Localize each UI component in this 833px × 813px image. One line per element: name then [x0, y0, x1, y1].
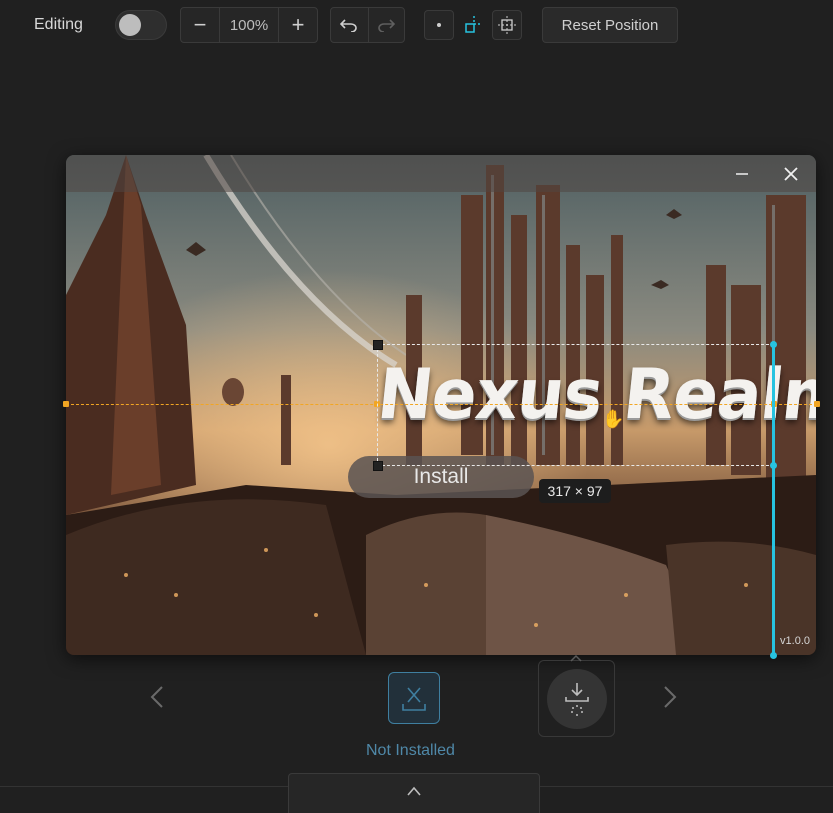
- history-group: [330, 7, 405, 43]
- snap-edge-icon: [465, 16, 482, 33]
- snap-edge-button[interactable]: [458, 10, 488, 40]
- chevron-up-icon: [570, 654, 582, 662]
- chevron-right-icon: [664, 686, 677, 708]
- not-installed-icon: [402, 687, 426, 711]
- redo-button[interactable]: [367, 8, 405, 42]
- zoom-group: − 100% +: [180, 7, 318, 43]
- minimize-icon: [736, 173, 748, 175]
- version-label: v1.0.0: [780, 635, 810, 647]
- zoom-out-button[interactable]: −: [181, 8, 219, 42]
- editing-label: Editing: [34, 16, 83, 33]
- install-status: Not Installed: [366, 742, 455, 759]
- download-icon: [565, 683, 589, 716]
- redo-icon: [378, 19, 396, 32]
- close-icon: [784, 167, 798, 181]
- dot-icon: [437, 23, 441, 27]
- toolbar: Editing − 100% + Reset Position: [0, 0, 833, 52]
- download-tile[interactable]: [538, 654, 615, 737]
- reset-position-button[interactable]: Reset Position: [542, 7, 678, 43]
- snap-grid-button[interactable]: [492, 10, 522, 40]
- chevron-left-icon: [150, 686, 163, 708]
- undo-icon: [340, 19, 357, 32]
- chevron-up-icon: [407, 786, 421, 796]
- dimensions-tooltip: 317 × 97: [539, 479, 611, 503]
- game-tile[interactable]: [388, 672, 440, 724]
- carousel-prev-button[interactable]: [146, 682, 168, 712]
- resize-handle-top-left[interactable]: [373, 340, 383, 350]
- expand-drawer-button[interactable]: [288, 773, 540, 813]
- resize-handle-bottom-left[interactable]: [373, 461, 383, 471]
- carousel-next-button[interactable]: [659, 682, 681, 712]
- guide-endpoint: [814, 401, 820, 407]
- download-button[interactable]: [547, 669, 607, 729]
- grab-cursor-icon: ✋: [602, 409, 625, 429]
- guide-endpoint: [770, 652, 777, 659]
- window-titlebar: [66, 155, 816, 192]
- guide-endpoint: [63, 401, 69, 407]
- grid-icon: [498, 16, 516, 34]
- zoom-in-button[interactable]: +: [279, 8, 317, 42]
- editing-toggle[interactable]: [115, 10, 167, 40]
- vertical-guide: [770, 341, 777, 659]
- guide-endpoint: [770, 341, 777, 348]
- snap-point-button[interactable]: [424, 10, 454, 40]
- undo-button[interactable]: [331, 8, 368, 42]
- close-button[interactable]: [779, 163, 803, 185]
- minimize-button[interactable]: [730, 163, 754, 185]
- selection-box[interactable]: [377, 344, 774, 466]
- toggle-knob: [119, 14, 141, 36]
- zoom-value: 100%: [219, 8, 279, 42]
- guide-midpoint: [770, 462, 777, 469]
